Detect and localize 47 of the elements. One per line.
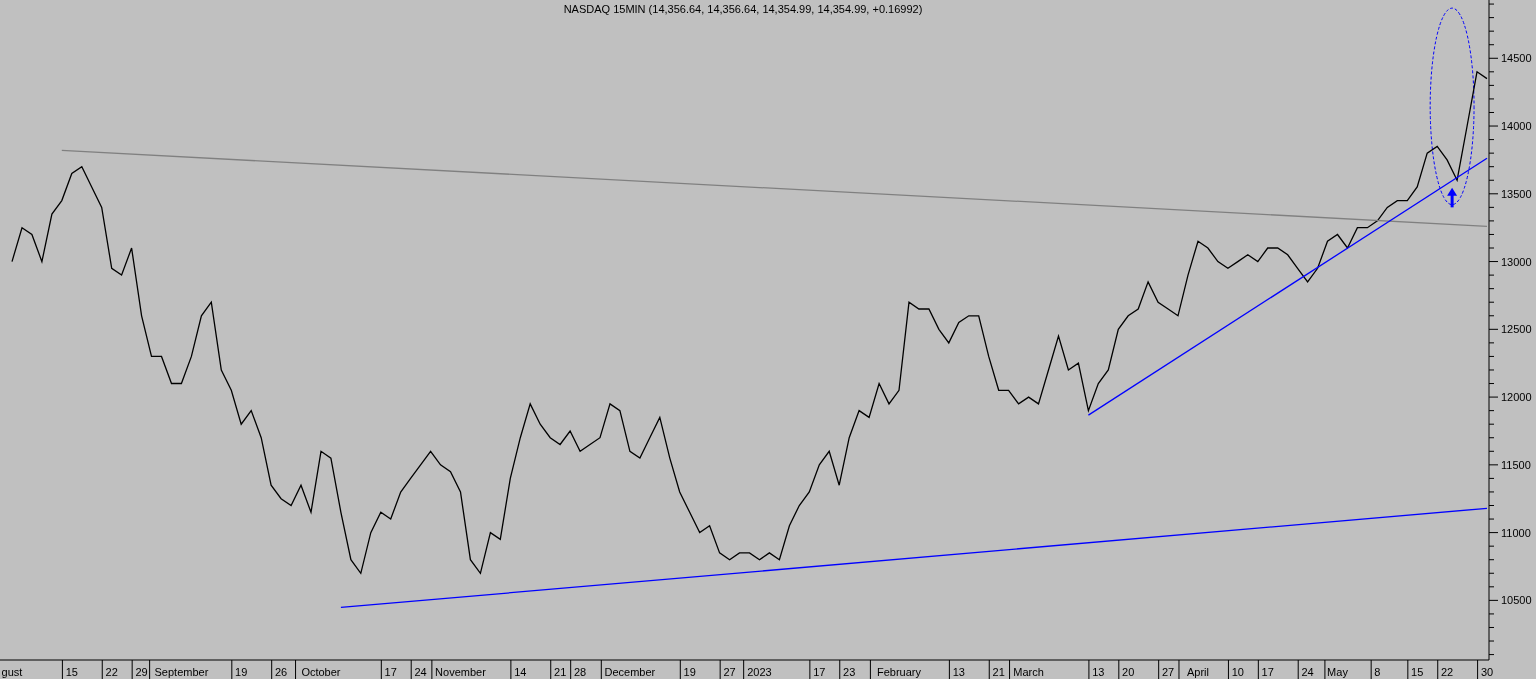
axis-label: 2023 xyxy=(747,666,772,678)
axis-label: 14 xyxy=(514,666,527,678)
axis-label: 15 xyxy=(65,666,78,678)
axis-label: February xyxy=(877,666,921,678)
axis-label: gust xyxy=(1,666,23,678)
axis-label: 22 xyxy=(105,666,118,678)
axis-label: 23 xyxy=(843,666,856,678)
axis-label: October xyxy=(301,666,341,678)
axis-label: 8 xyxy=(1374,666,1381,678)
axis-label: 21 xyxy=(554,666,567,678)
axis-label: 29 xyxy=(135,666,148,678)
axis-label: 11500 xyxy=(1501,458,1531,471)
axis-label: December xyxy=(604,666,656,678)
axis-label: 24 xyxy=(414,666,427,678)
axis-label: 21 xyxy=(992,666,1005,678)
axis-label: 19 xyxy=(683,666,696,678)
axis-label: 27 xyxy=(723,666,736,678)
up-arrow xyxy=(1447,187,1458,208)
axis-label: March xyxy=(1013,666,1044,678)
axis-label: 13000 xyxy=(1501,255,1532,268)
axis-label: 20 xyxy=(1122,666,1135,678)
axis-label: May xyxy=(1327,666,1348,678)
chart-title: NASDAQ 15MIN (14,356.64, 14,356.64, 14,354.99, 14,354.99, +0.16992) xyxy=(563,3,923,15)
axis-label: 14500 xyxy=(1501,52,1532,65)
axis-label: 12000 xyxy=(1501,391,1532,404)
axis-label: 13 xyxy=(1092,666,1105,678)
axis-label: 26 xyxy=(274,666,288,678)
axis-label: 13500 xyxy=(1501,187,1532,200)
axis-label: 14000 xyxy=(1501,120,1532,133)
axis-label: 15 xyxy=(1411,666,1424,678)
axis-label: 13 xyxy=(952,666,965,678)
axis-label: 30 xyxy=(1480,666,1494,678)
axis-label: September xyxy=(154,666,209,678)
axis-label: 24 xyxy=(1301,666,1314,678)
axis-label: November xyxy=(435,666,486,678)
axis-label: 27 xyxy=(1161,666,1175,678)
axis-label: 11000 xyxy=(1501,526,1531,539)
axis-label: 28 xyxy=(573,666,587,678)
axis-label: 10500 xyxy=(1501,594,1532,607)
axis-label: 17 xyxy=(813,666,826,678)
axis-label: 10 xyxy=(1231,666,1244,678)
axis-label: 12500 xyxy=(1501,323,1532,336)
axis-label: 17 xyxy=(1261,666,1274,678)
axis-label: 19 xyxy=(235,666,248,678)
axis-label: 17 xyxy=(384,666,397,678)
axis-label: 22 xyxy=(1441,666,1454,678)
axis-label: April xyxy=(1186,666,1209,678)
